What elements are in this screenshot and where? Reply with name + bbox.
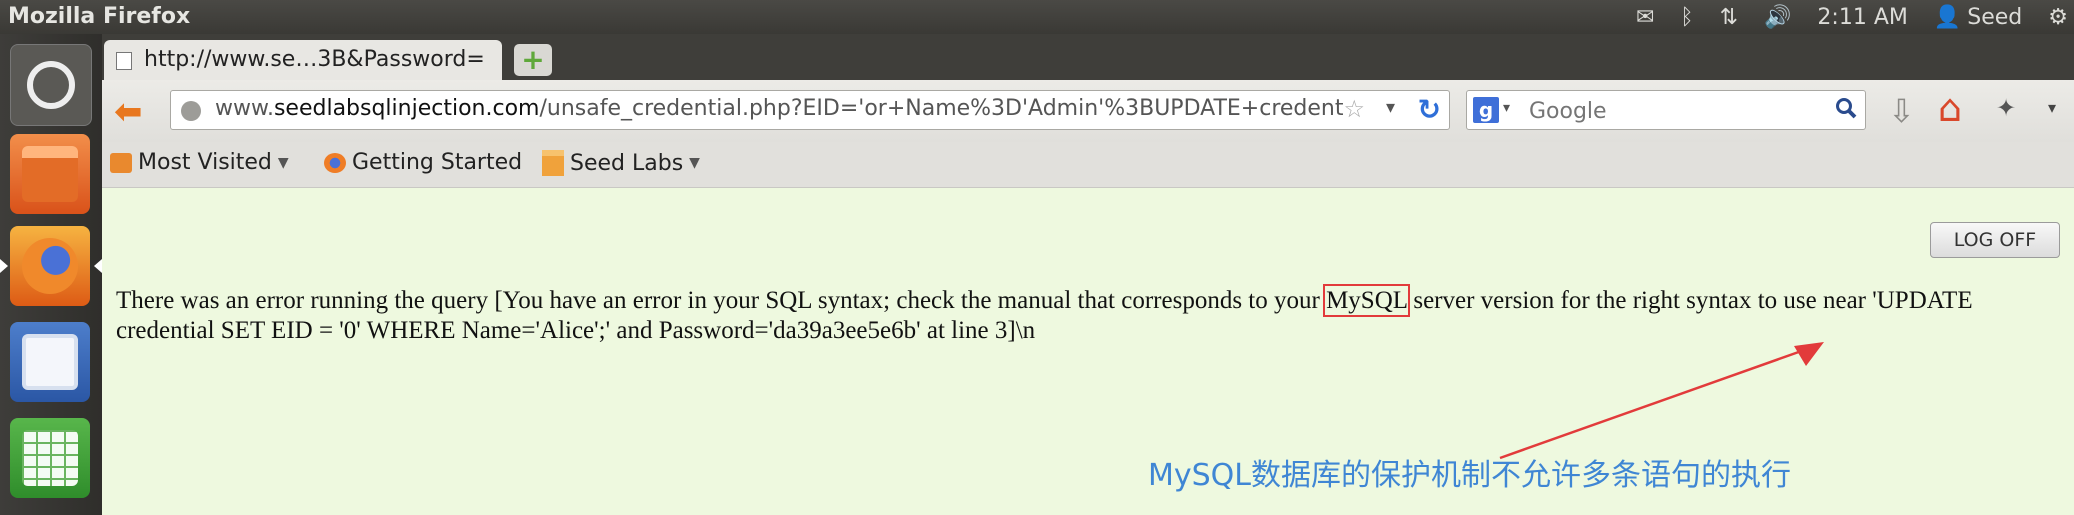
url-domain: seedlabsqlinjection.com (273, 96, 540, 121)
bookmark-getting-started[interactable]: Getting Started (324, 150, 522, 175)
page-icon (116, 52, 132, 70)
chevron-down-icon: ▼ (277, 154, 289, 171)
files-icon[interactable] (10, 134, 90, 214)
tab-active[interactable]: http://www.se…3B&Password= (104, 40, 502, 80)
most-visited-icon (110, 152, 132, 173)
search-icon[interactable] (1835, 97, 1857, 119)
navigation-toolbar: ⬅ www.seedlabsqlinjection.com/unsafe_cre… (102, 80, 2074, 142)
star-icon[interactable]: ☆ (1343, 95, 1365, 123)
menu-dropdown-icon[interactable]: ▾ (2048, 98, 2056, 117)
user-menu[interactable]: 👤 Seed (1934, 5, 2022, 30)
log-off-button[interactable]: LOG OFF (1930, 222, 2060, 258)
power-icon[interactable]: ⚙ (2048, 5, 2068, 30)
url-path: /unsafe_credential.php?EID='or+Name%3D'A… (539, 96, 1345, 121)
home-icon[interactable]: ⌂ (1938, 86, 1962, 130)
window-title: Mozilla Firefox (8, 4, 191, 29)
error-text-start: There was an error running the query [Yo… (116, 287, 1327, 314)
calc-icon[interactable] (10, 418, 90, 498)
bookmark-seed-labs[interactable]: Seed Labs ▼ (542, 150, 700, 176)
annotation-arrow (1499, 342, 1824, 460)
search-engine-icon[interactable]: g (1473, 97, 1499, 123)
bookmarks-toolbar: Most Visited ▼ Getting Started Seed Labs… (102, 142, 2074, 188)
back-arrow-icon[interactable]: ⬅ (114, 92, 143, 132)
running-indicator (0, 259, 8, 273)
url-dropdown-icon[interactable]: ▾ (1386, 97, 1395, 118)
url-prefix: www. (215, 96, 274, 121)
annotation-caption: MySQL数据库的保护机制不允许多条语句的执行 (1148, 458, 1792, 493)
new-tab-button[interactable]: + (514, 44, 552, 76)
search-engine-dropdown-icon[interactable]: ▾ (1503, 100, 1510, 116)
ubuntu-logo-icon[interactable] (10, 44, 92, 126)
url-bar[interactable]: www.seedlabsqlinjection.com/unsafe_crede… (170, 90, 1450, 130)
bookmark-label: Getting Started (352, 150, 523, 175)
chevron-down-icon: ▼ (689, 155, 700, 171)
url-text[interactable]: www.seedlabsqlinjection.com/unsafe_crede… (215, 96, 1345, 121)
mysql-highlight: MySQL (1323, 284, 1411, 317)
bookmark-most-visited[interactable]: Most Visited ▼ (110, 150, 289, 175)
clock[interactable]: 2:11 AM (1817, 5, 1907, 30)
globe-icon[interactable] (181, 101, 201, 121)
volume-icon[interactable]: 🔊 (1764, 5, 1791, 30)
firefox-small-icon (324, 152, 346, 173)
launcher (0, 34, 102, 515)
bluetooth-icon[interactable]: ᛒ (1680, 5, 1693, 30)
user-name: Seed (1967, 4, 2023, 30)
page-content: LOG OFF There was an error running the q… (102, 188, 2074, 515)
user-icon: 👤 (1933, 4, 1962, 30)
firefox-icon[interactable] (10, 226, 90, 306)
network-icon[interactable]: ⇅ (1720, 5, 1738, 30)
reload-icon[interactable]: ↻ (1418, 93, 1441, 126)
bookmark-label: Seed Labs (570, 150, 684, 176)
focus-indicator (94, 259, 102, 273)
mail-icon[interactable]: ✉ (1636, 5, 1654, 30)
bug-icon[interactable]: ✦ (1996, 94, 2016, 122)
tab-title: http://www.se…3B&Password= (144, 47, 485, 72)
folder-icon (542, 150, 564, 176)
system-top-bar: Mozilla Firefox ✉ ᛒ ⇅ 🔊 2:11 AM 👤 Seed ⚙ (0, 0, 2074, 34)
search-input[interactable] (1527, 95, 1821, 127)
bookmark-label: Most Visited (138, 150, 272, 175)
download-icon[interactable]: ⇩ (1888, 92, 1915, 130)
writer-icon[interactable] (10, 322, 90, 402)
search-box[interactable]: g ▾ (1466, 90, 1866, 130)
tab-bar: http://www.se…3B&Password= + (102, 34, 2074, 80)
system-tray: ✉ ᛒ ⇅ 🔊 2:11 AM 👤 Seed ⚙ (1636, 0, 2068, 34)
